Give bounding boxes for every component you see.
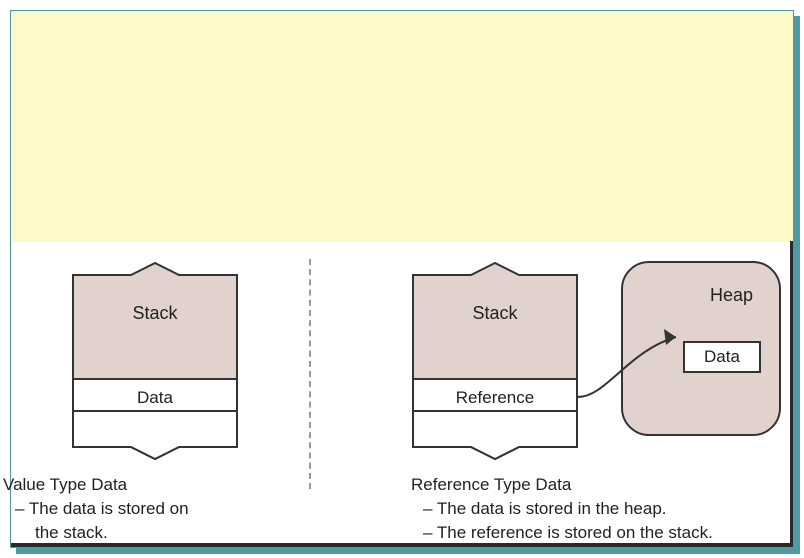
caption-title-right: Reference Type Data [411, 473, 771, 497]
caption-line-right-1: – The data is stored in the heap. [411, 497, 771, 521]
data-row-left: Data [73, 383, 237, 413]
caption-line-left-2: the stack. [3, 521, 283, 545]
caption-title-left: Value Type Data [3, 473, 283, 497]
heap-label: Heap [710, 285, 753, 306]
value-type-caption: Value Type Data – The data is stored on … [3, 473, 283, 544]
main-panel: Stack Data Stack Reference Heap [10, 10, 794, 548]
stack-label-right: Stack [411, 303, 579, 324]
reference-row: Reference [413, 383, 577, 413]
stack-label-left: Stack [71, 303, 239, 324]
vertical-divider [309, 259, 311, 489]
reference-type-stack: Stack Reference [411, 261, 579, 461]
caption-line-right-2: – The reference is stored on the stack. [411, 521, 771, 545]
diagram-area: Stack Data Stack Reference Heap [11, 241, 793, 547]
value-type-stack: Stack Data [71, 261, 239, 461]
reference-type-caption: Reference Type Data – The data is stored… [411, 473, 771, 544]
stack-outline-left [71, 261, 239, 461]
stack-outline-right [411, 261, 579, 461]
reference-arrow [566, 311, 696, 401]
caption-line-left-1: – The data is stored on [3, 497, 283, 521]
diagram-container: Stack Data Stack Reference Heap [10, 10, 794, 548]
